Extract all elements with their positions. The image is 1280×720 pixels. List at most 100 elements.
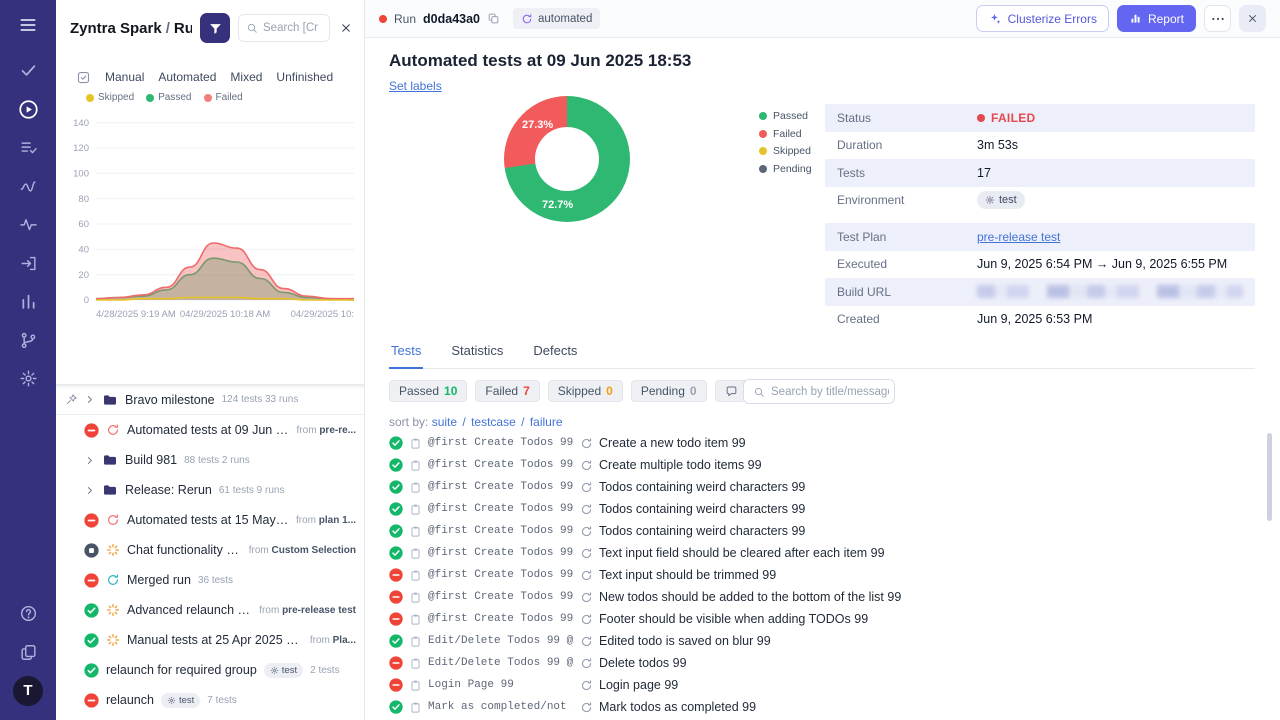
- sort-option-failure[interactable]: failure: [530, 415, 563, 429]
- test-title[interactable]: Footer should be visible when adding TOD…: [599, 612, 868, 626]
- clipboard-icon[interactable]: [409, 701, 422, 714]
- scrollbar-thumb[interactable]: [1267, 433, 1272, 521]
- tab-statistics[interactable]: Statistics: [449, 343, 505, 368]
- filter-chip-failed[interactable]: Failed7: [475, 380, 539, 402]
- tests-search-input[interactable]: [771, 386, 889, 398]
- test-row[interactable]: @first Create Todos 99…Todos containing …: [389, 498, 1250, 520]
- rail-item-documentation[interactable]: [0, 633, 56, 672]
- rail-item-settings[interactable]: [0, 360, 56, 399]
- test-title[interactable]: Todos containing weird characters 99: [599, 524, 805, 538]
- run-row[interactable]: relaunch for required grouptest2 tests: [56, 655, 364, 685]
- rail-item-tasks[interactable]: [0, 52, 56, 91]
- sidebar-tab-automated[interactable]: Automated: [158, 70, 216, 84]
- test-title[interactable]: Create a new todo item 99: [599, 436, 746, 450]
- test-row[interactable]: @first Create Todos 99…Create multiple t…: [389, 454, 1250, 476]
- rail-item-reports[interactable]: [0, 283, 56, 322]
- test-title[interactable]: New todos should be added to the bottom …: [599, 590, 901, 604]
- run-row[interactable]: Merged run36 tests: [56, 565, 364, 595]
- test-title[interactable]: Text input should be trimmed 99: [599, 568, 776, 582]
- test-row[interactable]: @first Create Todos 99…New todos should …: [389, 586, 1250, 608]
- test-row[interactable]: Mark as completed/not …Mark todos as com…: [389, 696, 1250, 718]
- chevron-right-icon[interactable]: [84, 394, 95, 405]
- clusterize-errors-button[interactable]: Clusterize Errors: [976, 5, 1109, 32]
- menu-button[interactable]: [0, 6, 56, 45]
- test-title[interactable]: Text input field should be cleared after…: [599, 546, 885, 560]
- run-row[interactable]: Manual tests at 25 Apr 2025 10:06 Copyfr…: [56, 625, 364, 655]
- test-row[interactable]: @first Create Todos 99…Todos containing …: [389, 520, 1250, 542]
- rail-item-branches[interactable]: [0, 321, 56, 360]
- test-row[interactable]: @first Create Todos 99…Text input should…: [389, 564, 1250, 586]
- run-row[interactable]: Chat functionality test Copyfrom Custom …: [56, 535, 364, 565]
- test-title[interactable]: Create multiple todo items 99: [599, 458, 762, 472]
- clipboard-icon[interactable]: [409, 459, 422, 472]
- test-row[interactable]: @first Create Todos 99…Todos containing …: [389, 476, 1250, 498]
- sidebar-tab-manual[interactable]: Manual: [105, 70, 144, 84]
- runs-group-row[interactable]: Build 98188 tests 2 runs: [56, 445, 364, 475]
- test-plan-link[interactable]: pre-release test: [977, 230, 1060, 244]
- sort-option-testcase[interactable]: testcase: [471, 415, 516, 429]
- test-title[interactable]: Mark todos as completed 99: [599, 700, 756, 714]
- set-labels-link[interactable]: Set labels: [389, 79, 442, 93]
- chevron-right-icon[interactable]: [84, 455, 95, 466]
- run-row[interactable]: Advanced relaunch test Copyfrom pre-rele…: [56, 595, 364, 625]
- test-row[interactable]: Edit/Delete Todos 99 @…Delete todos 99: [389, 652, 1250, 674]
- rail-item-test-plans[interactable]: [0, 129, 56, 168]
- run-row[interactable]: Automated tests at 15 May 2025 12:32from…: [56, 505, 364, 535]
- filter-chip-skipped[interactable]: Skipped0: [548, 380, 623, 402]
- automated-test-icon: [580, 481, 593, 494]
- filter-chip-passed[interactable]: Passed10: [389, 380, 467, 402]
- close-run-button[interactable]: [1239, 5, 1266, 32]
- clipboard-icon[interactable]: [409, 547, 422, 560]
- tab-tests[interactable]: Tests: [389, 343, 423, 369]
- test-title[interactable]: Delete todos 99: [599, 656, 687, 670]
- clipboard-icon[interactable]: [409, 613, 422, 626]
- run-status-failed-icon: [84, 513, 99, 528]
- test-title[interactable]: Todos containing weird characters 99: [599, 480, 805, 494]
- rail-item-share[interactable]: [0, 244, 56, 283]
- runs-group-row[interactable]: Bravo milestone124 tests 33 runs: [56, 385, 364, 415]
- more-actions-button[interactable]: [1204, 5, 1231, 32]
- filter-chip-pending[interactable]: Pending0: [631, 380, 707, 402]
- sort-option-suite[interactable]: suite: [432, 415, 457, 429]
- test-row[interactable]: @first Create Todos 99…Footer should be …: [389, 608, 1250, 630]
- clipboard-icon[interactable]: [409, 481, 422, 494]
- test-status-passed-icon: [389, 634, 403, 648]
- sidebar-search-input[interactable]: [263, 22, 323, 34]
- clipboard-icon[interactable]: [409, 503, 422, 516]
- sidebar-tab-mixed[interactable]: Mixed: [230, 70, 262, 84]
- test-row[interactable]: Edit/Delete Todos 99 @…Edited todo is sa…: [389, 630, 1250, 652]
- test-row[interactable]: @first Create Todos 99…Create a new todo…: [389, 432, 1250, 454]
- detail-row: Environmenttest: [825, 187, 1255, 215]
- test-title[interactable]: Edited todo is saved on blur 99: [599, 634, 771, 648]
- report-button[interactable]: Report: [1117, 5, 1196, 32]
- run-row[interactable]: relaunchtest7 tests: [56, 685, 364, 715]
- rail-item-analytics[interactable]: [0, 167, 56, 206]
- sidebar-search[interactable]: [238, 14, 330, 42]
- test-title[interactable]: Login page 99: [599, 678, 678, 692]
- filter-button[interactable]: [200, 13, 230, 43]
- chevron-right-icon[interactable]: [84, 485, 95, 496]
- project-name[interactable]: Zyntra Spark: [70, 20, 162, 37]
- sidebar-tab-unfinished[interactable]: Unfinished: [276, 70, 333, 84]
- clipboard-icon[interactable]: [409, 657, 422, 670]
- rail-item-activity[interactable]: [0, 206, 56, 245]
- select-mode-icon[interactable]: [76, 70, 91, 85]
- rail-item-runs[interactable]: [0, 90, 56, 129]
- clipboard-icon[interactable]: [409, 635, 422, 648]
- clipboard-icon[interactable]: [409, 437, 422, 450]
- tab-defects[interactable]: Defects: [531, 343, 579, 368]
- sidebar-close-button[interactable]: [338, 20, 354, 36]
- tests-search[interactable]: [743, 379, 895, 404]
- test-row[interactable]: Login Page 99Login page 99: [389, 674, 1250, 696]
- runs-group-row[interactable]: Release: Rerun61 tests 9 runs: [56, 475, 364, 505]
- clipboard-icon[interactable]: [409, 591, 422, 604]
- test-row[interactable]: @first Create Todos 99…Text input field …: [389, 542, 1250, 564]
- run-row[interactable]: Automated tests at 09 Jun 2025 18:53from…: [56, 415, 364, 445]
- clipboard-icon[interactable]: [409, 569, 422, 582]
- rail-item-workspace-logo[interactable]: T: [0, 672, 56, 711]
- test-title[interactable]: Todos containing weird characters 99: [599, 502, 805, 516]
- rail-item-help[interactable]: [0, 595, 56, 634]
- clipboard-icon[interactable]: [409, 525, 422, 538]
- copy-run-id-icon[interactable]: [487, 12, 500, 25]
- clipboard-icon[interactable]: [409, 679, 422, 692]
